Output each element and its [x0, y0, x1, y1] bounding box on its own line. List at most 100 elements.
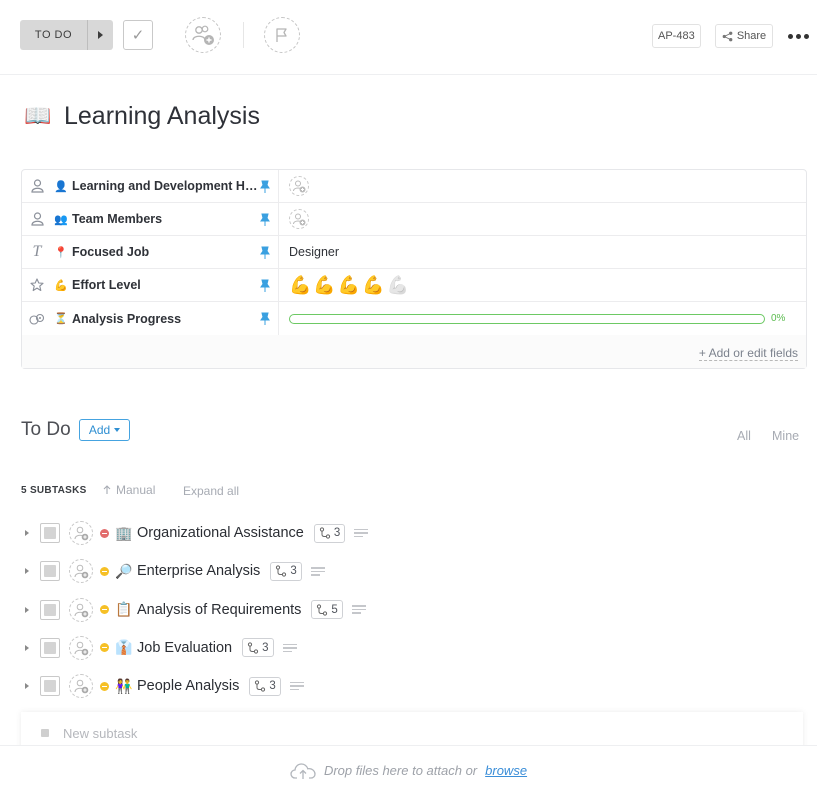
file-dropzone[interactable]: Drop files here to attach or browse [0, 745, 817, 795]
status-control: TO DO [20, 20, 113, 50]
new-subtask-input[interactable] [63, 725, 563, 741]
pin-icon[interactable] [258, 213, 272, 227]
expand-caret-icon[interactable] [21, 606, 33, 613]
subtask-row: 🔎 Enterprise Analysis 3 [21, 556, 325, 586]
subtask-status-checkbox[interactable] [40, 599, 60, 620]
description-icon[interactable] [351, 605, 366, 614]
effort-rating[interactable]: 💪 💪 💪 💪 💪 [289, 275, 409, 296]
subtask-count-badge[interactable]: 3 [313, 523, 346, 543]
chevron-down-icon [114, 428, 121, 432]
subtask-icon [276, 565, 287, 577]
subtask-count: 5 SUBTASKS [21, 485, 87, 496]
sort-manual-button[interactable]: Manual [103, 483, 155, 497]
add-assignee-icon[interactable] [69, 521, 93, 545]
subtask-icon [255, 680, 266, 692]
effort-rating-icon[interactable]: 💪 [289, 275, 311, 296]
field-value-cell[interactable] [279, 170, 806, 202]
expand-caret-icon[interactable] [21, 530, 33, 536]
progress-label: 0% [771, 313, 786, 324]
field-row: 💪 Effort Level 💪 💪 💪 💪 💪 [22, 269, 806, 302]
filter-all[interactable]: All [737, 429, 751, 443]
priority-flag-button[interactable] [264, 17, 300, 53]
pin-icon[interactable] [258, 180, 272, 194]
description-icon[interactable] [310, 567, 325, 576]
subtask-emoji: 👔 [115, 639, 133, 656]
browse-files-link[interactable]: browse [485, 763, 527, 778]
field-name: Learning and Development Head [72, 179, 258, 193]
subtask-count-value: 3 [269, 680, 276, 693]
priority-icon[interactable] [100, 605, 109, 615]
field-value-cell[interactable] [279, 203, 806, 235]
subtask-count-badge[interactable]: 5 [311, 600, 343, 620]
add-assignee-icon[interactable] [69, 674, 93, 699]
expand-all-button[interactable]: Expand all [183, 484, 239, 498]
add-assignee-icon[interactable] [69, 597, 93, 622]
description-icon[interactable] [282, 643, 297, 653]
priority-icon[interactable] [100, 643, 109, 653]
task-id-badge[interactable]: AP-483 [652, 24, 701, 48]
field-name-cell: T 📍 Focused Job [22, 236, 279, 268]
add-assignee-icon[interactable] [69, 635, 93, 660]
mark-complete-button[interactable]: ✓ [123, 20, 153, 50]
status-button[interactable]: TO DO [20, 20, 87, 50]
filter-mine[interactable]: Mine [772, 429, 799, 443]
expand-caret-icon[interactable] [21, 683, 33, 690]
priority-icon[interactable] [100, 528, 109, 538]
pin-icon[interactable] [258, 246, 272, 260]
subtask-row: 📋 Analysis of Requirements 5 [21, 595, 366, 625]
add-people-icon [192, 25, 214, 45]
pin-icon[interactable] [258, 279, 272, 293]
dropzone-text: Drop files here to attach or [323, 763, 478, 778]
subtask-count-value: 3 [333, 527, 341, 539]
field-emoji: 👥 [54, 213, 68, 226]
subtask-status-checkbox[interactable] [40, 561, 60, 582]
flag-icon [276, 28, 287, 42]
subtask-emoji: 👫 [115, 677, 133, 694]
subtask-count-value: 3 [262, 641, 269, 654]
text-icon: T [32, 243, 42, 260]
next-status-button[interactable] [87, 20, 113, 50]
subtask-emoji: 📋 [115, 601, 133, 618]
pin-icon[interactable] [258, 312, 272, 326]
dot-icon [787, 33, 793, 39]
subtask-name[interactable]: Organizational Assistance [137, 525, 304, 541]
add-assignee-icon[interactable] [289, 209, 309, 229]
subtask-count-value: 5 [331, 603, 338, 616]
description-icon[interactable] [354, 528, 369, 538]
field-value-cell: 0% [279, 302, 806, 335]
effort-rating-icon[interactable]: 💪 [362, 275, 384, 296]
dot-icon [795, 33, 801, 39]
expand-caret-icon[interactable] [21, 568, 33, 575]
arrow-up-icon [103, 485, 111, 494]
add-assignee-icon[interactable] [289, 176, 309, 196]
subtask-status-checkbox[interactable] [40, 523, 60, 543]
subtask-name[interactable]: Enterprise Analysis [137, 563, 260, 579]
subtask-count-badge[interactable]: 3 [270, 561, 302, 581]
description-icon[interactable] [289, 681, 304, 691]
subtask-count-badge[interactable]: 3 [249, 676, 281, 696]
subtask-emoji: 🏢 [115, 524, 133, 541]
effort-rating-icon[interactable]: 💪 [338, 275, 360, 296]
share-label: Share [736, 30, 767, 42]
subtask-name[interactable]: Analysis of Requirements [137, 602, 301, 618]
effort-rating-icon[interactable]: 💪 [313, 275, 335, 296]
add-edit-fields-link[interactable]: + Add or edit fields [698, 346, 798, 361]
subtask-name[interactable]: Job Evaluation [137, 640, 232, 656]
share-button[interactable]: Share [715, 24, 773, 48]
field-row: 👥 Team Members [22, 203, 806, 236]
task-title-row: 📖 Learning Analysis [24, 98, 260, 134]
subtask-status-checkbox[interactable] [40, 637, 60, 658]
field-value-text[interactable]: Designer [279, 236, 806, 268]
subtask-count-badge[interactable]: 3 [242, 638, 274, 658]
task-title[interactable]: Learning Analysis [64, 102, 260, 131]
priority-icon[interactable] [100, 566, 109, 576]
effort-rating-icon[interactable]: 💪 [387, 275, 409, 296]
subtask-status-checkbox[interactable] [40, 676, 60, 697]
add-assignee-icon[interactable] [69, 559, 93, 584]
priority-icon[interactable] [100, 681, 109, 691]
subtask-name[interactable]: People Analysis [137, 678, 239, 694]
more-options-button[interactable] [786, 24, 810, 48]
add-subtask-dropdown[interactable]: Add [79, 419, 130, 441]
expand-caret-icon[interactable] [21, 644, 33, 651]
add-assignee-button[interactable] [185, 17, 221, 53]
